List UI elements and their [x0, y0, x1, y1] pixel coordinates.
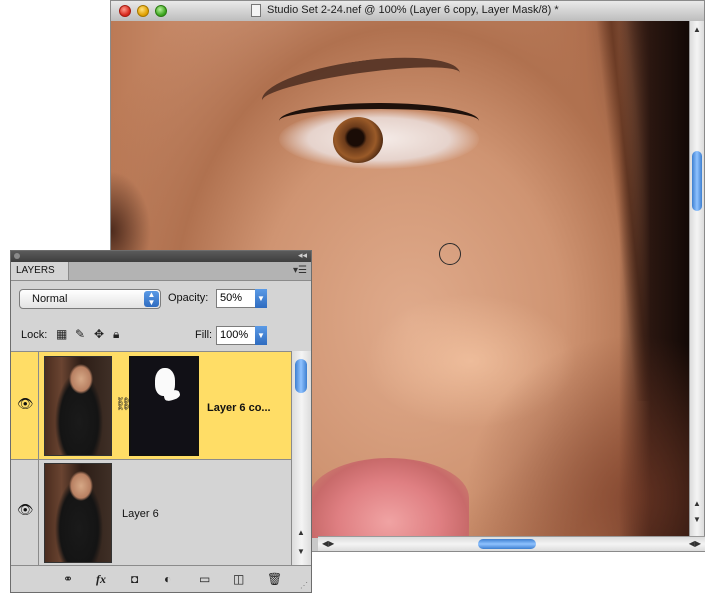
panel-menu-icon[interactable]: ▾☰ — [293, 265, 307, 276]
layer-name[interactable]: Layer 6 — [122, 508, 159, 520]
resize-grip-icon[interactable]: ⋰ — [300, 581, 308, 590]
minimize-icon[interactable] — [137, 5, 149, 17]
photo-jaw-shadow — [451, 321, 689, 538]
horizontal-scrollbar[interactable]: ◀▶ ◀▶ — [318, 536, 705, 551]
layer-thumbnail[interactable] — [44, 463, 112, 563]
opacity-dropdown-icon[interactable]: ▼ — [255, 289, 267, 308]
layer-thumbnail[interactable] — [44, 356, 112, 456]
scroll-down-icon[interactable]: ▼ — [693, 515, 701, 524]
tab-layers[interactable]: LAYERS — [11, 262, 69, 280]
document-title: Studio Set 2-24.nef @ 100% (Layer 6 copy… — [267, 4, 559, 16]
eye-icon: 👁︎ — [17, 396, 34, 411]
layers-panel: ◂◂ LAYERS ▾☰ Normal ▲ ▼ Opacity: 50% ▼ Lo… — [10, 250, 312, 593]
scroll-left-icon[interactable]: ◀▶ — [322, 539, 334, 548]
lock-transparent-pixels-icon[interactable]: ▦ — [56, 327, 67, 341]
layer-mask-thumbnail[interactable] — [129, 356, 199, 456]
eye-icon: 👁︎ — [17, 502, 34, 517]
opacity-label: Opacity: — [168, 292, 209, 304]
fx-icon[interactable]: fx — [96, 572, 106, 587]
vertical-scroll-thumb[interactable] — [692, 151, 702, 211]
panel-close-icon[interactable] — [14, 253, 20, 259]
adjustment-layer-icon[interactable]: ◐ — [164, 572, 171, 586]
add-mask-icon[interactable]: ◘ — [131, 572, 138, 586]
panel-header-bar[interactable]: ◂◂ — [11, 250, 311, 262]
scroll-up-icon[interactable]: ▲ — [693, 25, 701, 34]
brush-cursor-circle — [439, 243, 461, 265]
visibility-toggle[interactable]: 👁︎ — [11, 352, 39, 459]
trash-icon[interactable]: 🗑︎ — [267, 572, 282, 586]
panel-tab-row: LAYERS ▾☰ — [11, 262, 311, 281]
horizontal-scroll-thumb[interactable] — [478, 539, 536, 549]
layer-list-scroll-thumb[interactable] — [295, 359, 307, 393]
scroll-down-icon[interactable]: ▼ — [297, 547, 305, 556]
lock-all-icon[interactable]: 🔒︎ — [113, 327, 119, 342]
photo-lips — [309, 458, 469, 538]
document-titlebar[interactable]: Studio Set 2-24.nef @ 100% (Layer 6 copy… — [111, 1, 704, 22]
link-layers-icon[interactable]: ⚭ — [63, 572, 73, 586]
blend-mode-select[interactable]: Normal ▲ ▼ — [19, 289, 161, 309]
lock-position-icon[interactable]: ✥ — [94, 327, 104, 341]
layer-list: 👁︎ ⛓︎ Layer 6 co... 👁︎ Layer 6 — [11, 351, 291, 566]
photo-eyelid — [279, 103, 479, 139]
panel-footer: ⚭ fx ◘ ◐ ▭ ◫ 🗑︎ ⋰ — [11, 565, 311, 592]
document-icon — [251, 4, 261, 17]
lock-label: Lock: — [21, 329, 48, 341]
layer-row[interactable]: 👁︎ Layer 6 — [11, 460, 291, 566]
group-folder-icon[interactable]: ▭ — [199, 572, 210, 586]
layer-row[interactable]: 👁︎ ⛓︎ Layer 6 co... — [11, 352, 291, 460]
visibility-toggle[interactable]: 👁︎ — [11, 460, 39, 565]
fill-input[interactable]: 100% — [216, 326, 256, 345]
zoom-icon[interactable] — [155, 5, 167, 17]
chevron-updown-icon: ▲ ▼ — [144, 291, 159, 307]
collapse-icon[interactable]: ◂◂ — [298, 250, 307, 261]
layer-list-scrollbar[interactable]: ▲ ▼ — [291, 351, 311, 565]
close-icon[interactable] — [119, 5, 131, 17]
vertical-scrollbar[interactable]: ▲ ▲ ▼ — [689, 21, 704, 538]
fill-dropdown-icon[interactable]: ▼ — [255, 326, 267, 345]
scroll-right-icon[interactable]: ◀▶ — [689, 539, 701, 548]
lock-image-pixels-icon[interactable]: ✎ — [75, 327, 85, 341]
scroll-up-icon[interactable]: ▲ — [693, 499, 701, 508]
new-layer-icon[interactable]: ◫ — [233, 572, 244, 586]
blend-mode-value: Normal — [32, 293, 68, 305]
opacity-input[interactable]: 50% — [216, 289, 256, 308]
layer-name[interactable]: Layer 6 co... — [207, 402, 271, 414]
fill-label: Fill: — [195, 329, 213, 341]
scroll-up-icon[interactable]: ▲ — [297, 528, 305, 537]
